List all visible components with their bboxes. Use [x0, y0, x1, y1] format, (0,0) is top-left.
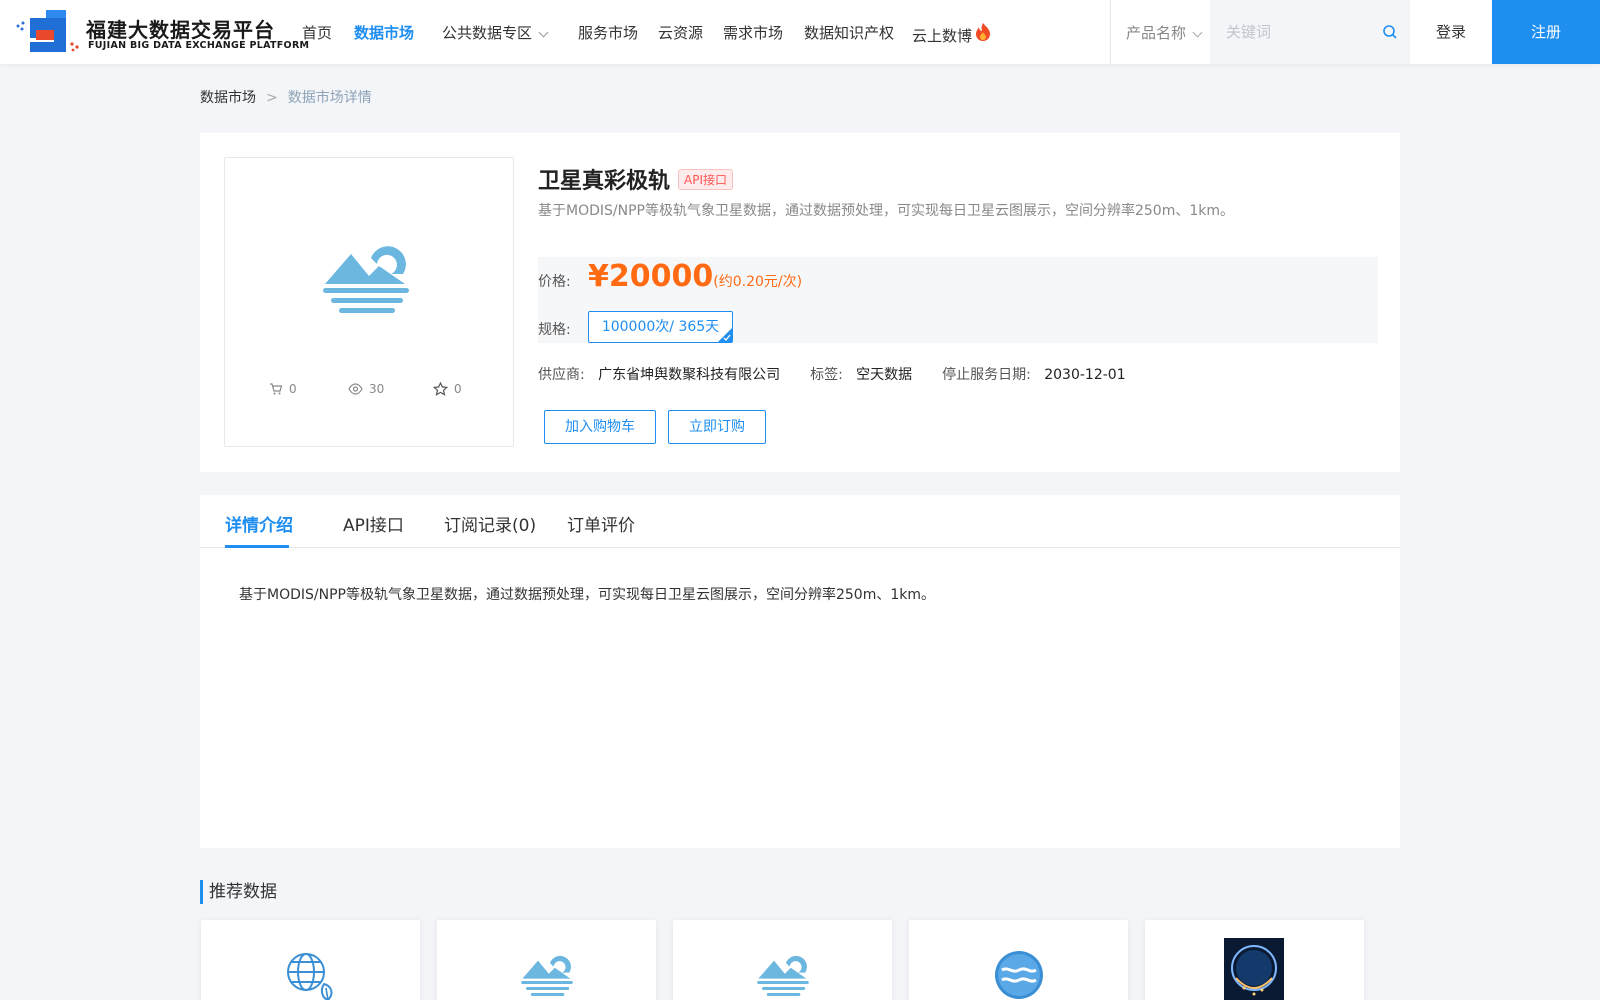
product-description: 基于MODIS/NPP等极轨气象卫星数据，通过数据预处理，可实现每日卫星云图展示… [538, 203, 1234, 219]
spec-option-label: 100000次/ 365天 [601, 319, 720, 335]
product-actions: 加入购物车 立即订购 [544, 410, 778, 444]
search-icon[interactable] [1382, 24, 1398, 40]
nav-item-public-data-label: 公共数据专区 [442, 24, 533, 42]
logo-mark-icon [16, 10, 79, 52]
cart-count: 0 [269, 382, 297, 396]
search-input[interactable] [1226, 20, 1366, 44]
price-per-call: (约0.20元/次) [713, 274, 803, 290]
favorite-count[interactable]: 0 [432, 381, 462, 396]
tag-value: 空天数据 [856, 367, 913, 383]
product-title-row: 卫星真彩极轨 API接口 [538, 163, 734, 195]
tag-label: 标签: [810, 367, 843, 383]
search-box [1210, 0, 1410, 64]
login-button[interactable]: 登录 [1410, 0, 1492, 64]
product-card: 0 30 0 卫星真彩极轨 API接口 基于MODIS/NPP等极轨气象卫星数据，… [200, 133, 1400, 472]
detail-tabs: 详情介绍 API接口 订阅记录(0) 订单评价 [200, 495, 1400, 548]
nav-item-demand-market[interactable]: 需求市场 [723, 22, 783, 43]
product-stats: 0 30 0 [225, 381, 513, 402]
site-logo[interactable]: 福建大数据交易平台 FUJIAN BIG DATA EXCHANGE PLATF… [16, 10, 309, 54]
tab-subscription-records[interactable]: 订阅记录(0) [444, 511, 536, 536]
nav-item-public-data[interactable]: 公共数据专区 [442, 22, 549, 43]
api-tag-badge: API接口 [678, 169, 734, 190]
recommended-card[interactable] [437, 920, 656, 1000]
recommended-card[interactable] [909, 920, 1128, 1000]
recommended-card[interactable] [201, 920, 420, 1000]
favorite-count-value: 0 [454, 382, 462, 396]
breadcrumb: 数据市场 > 数据市场详情 [200, 87, 372, 107]
end-date-value: 2030-12-01 [1044, 367, 1126, 383]
cart-icon [270, 383, 283, 395]
breadcrumb-current: 数据市场详情 [287, 90, 372, 106]
tab-details[interactable]: 详情介绍 [225, 511, 293, 536]
fire-icon [976, 23, 991, 41]
nav-item-cloud-resources[interactable]: 云资源 [658, 22, 703, 43]
chevron-down-icon [1192, 27, 1203, 38]
nav-item-service-market[interactable]: 服务市场 [578, 22, 638, 43]
image-placeholder-icon [521, 955, 573, 996]
product-meta-row: 供应商: 广东省坤舆数聚科技有限公司 标签: 空天数据 停止服务日期: 2030-1… [538, 364, 1126, 384]
price-panel: 价格: ¥20000(约0.20元/次) 规格: 100000次/ 365天 [538, 257, 1378, 343]
logo-text-cn: 福建大数据交易平台 [86, 18, 275, 42]
price-amount: ¥20000 [588, 259, 714, 294]
eye-icon [348, 383, 363, 395]
image-placeholder-icon [757, 955, 809, 996]
globe-leaf-icon [287, 953, 333, 1000]
chevron-down-icon [538, 27, 549, 38]
recommended-card[interactable] [1145, 920, 1364, 1000]
star-icon [432, 381, 449, 396]
recommended-title: 推荐数据 [200, 880, 277, 904]
nav-item-data-market[interactable]: 数据市场 [354, 22, 414, 43]
top-header: 福建大数据交易平台 FUJIAN BIG DATA EXCHANGE PLATF… [0, 0, 1600, 64]
nav-item-home[interactable]: 首页 [302, 22, 332, 43]
check-corner-icon [718, 328, 732, 342]
breadcrumb-parent[interactable]: 数据市场 [200, 90, 256, 106]
cart-count-value: 0 [289, 382, 297, 396]
supplier-label: 供应商: [538, 367, 585, 383]
supplier-value: 广东省坤舆数聚科技有限公司 [598, 367, 781, 383]
end-date-label: 停止服务日期: [942, 367, 1031, 383]
register-button[interactable]: 注册 [1492, 0, 1600, 64]
detail-card: 详情介绍 API接口 订阅记录(0) 订单评价 基于MODIS/NPP等极轨气象… [200, 495, 1400, 848]
price-value: ¥20000(约0.20元/次) [588, 259, 802, 294]
earth-photo-icon [1224, 938, 1284, 1000]
price-label: 价格: [538, 274, 571, 290]
spec-label: 规格: [538, 322, 571, 338]
spec-option-selected[interactable]: 100000次/ 365天 [588, 311, 733, 343]
product-title: 卫星真彩极轨 [538, 169, 671, 194]
view-count: 30 [348, 382, 384, 396]
product-type-select[interactable]: 产品名称 [1126, 22, 1203, 43]
image-placeholder-icon [323, 246, 409, 313]
view-count-value: 30 [369, 382, 385, 396]
header-divider [1110, 0, 1111, 64]
tab-order-reviews[interactable]: 订单评价 [567, 511, 635, 536]
nav-item-cloud-expo[interactable]: 云上数博 [912, 22, 992, 46]
add-to-cart-button[interactable]: 加入购物车 [544, 410, 656, 444]
active-tab-underline [225, 545, 289, 548]
tab-api[interactable]: API接口 [343, 511, 404, 536]
recommended-card[interactable] [673, 920, 892, 1000]
product-type-select-label: 产品名称 [1126, 24, 1187, 42]
logo-text-en: FUJIAN BIG DATA EXCHANGE PLATFORM [88, 40, 310, 51]
product-image-box: 0 30 0 [224, 157, 514, 447]
nav-item-cloud-expo-label: 云上数博 [912, 27, 973, 45]
breadcrumb-separator: > [266, 90, 278, 106]
nav-item-data-ip[interactable]: 数据知识产权 [804, 22, 894, 43]
water-wave-icon [995, 951, 1043, 999]
detail-description: 基于MODIS/NPP等极轨气象卫星数据，通过数据预处理，可实现每日卫星云图展示… [239, 587, 935, 603]
subscribe-now-button[interactable]: 立即订购 [668, 410, 766, 444]
